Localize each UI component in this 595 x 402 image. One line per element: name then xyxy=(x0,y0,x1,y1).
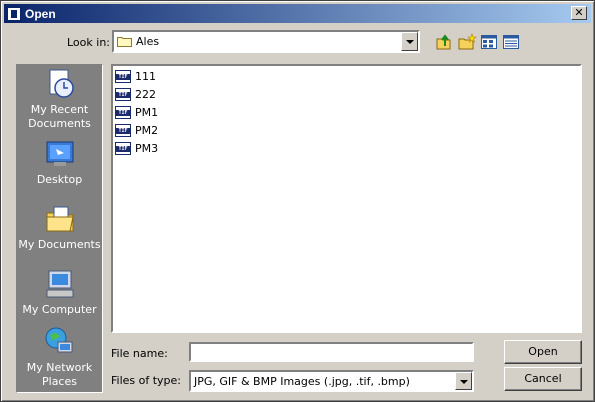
desktop-icon xyxy=(46,141,73,166)
open-button[interactable]: Open xyxy=(504,340,582,364)
place-my-network-places[interactable]: My Network Places xyxy=(17,326,102,389)
file-name-input[interactable] xyxy=(189,342,474,362)
file-name: 222 xyxy=(135,87,156,101)
look-in-label: Look in: xyxy=(67,36,110,49)
place-my-recent-documents[interactable]: My Recent Documents xyxy=(17,68,102,131)
look-in-value: Ales xyxy=(136,35,160,48)
file-name: PM2 xyxy=(135,123,159,137)
up-one-level-icon[interactable] xyxy=(434,32,454,52)
tif-file-icon: TIF xyxy=(115,69,131,83)
folder-icon xyxy=(117,37,132,47)
file-name: 111 xyxy=(135,69,156,83)
place-label: Desktop xyxy=(36,173,83,186)
place-my-computer[interactable]: My Computer xyxy=(17,268,102,317)
place-my-documents[interactable]: My Documents xyxy=(17,203,102,252)
dialog-title: Open xyxy=(25,6,56,21)
places-bar: My Recent Documents Desktop My Documents xyxy=(16,64,103,393)
tif-file-icon: TIF xyxy=(115,87,131,101)
file-name: PM1 xyxy=(135,105,159,119)
tif-file-icon: TIF xyxy=(115,123,131,137)
tif-file-icon: TIF xyxy=(115,105,131,119)
place-desktop[interactable]: Desktop xyxy=(17,138,102,187)
place-label: My Documents xyxy=(18,238,101,251)
look-in-dropdown[interactable]: Ales xyxy=(112,30,420,53)
app-icon xyxy=(7,6,21,21)
tif-file-icon: TIF xyxy=(115,141,131,155)
cancel-button[interactable]: Cancel xyxy=(504,367,582,391)
new-folder-icon[interactable] xyxy=(457,32,477,52)
list-item[interactable]: TIF 111 xyxy=(115,68,156,84)
file-type-label: Files of type: xyxy=(111,374,182,387)
file-type-dropdown[interactable]: JPG, GIF & BMP Images (.jpg, .tif, .bmp) xyxy=(189,370,474,392)
place-label: My Network Places xyxy=(26,361,93,388)
my-computer-icon xyxy=(46,270,73,298)
title-bar[interactable]: Open ✕ xyxy=(4,4,591,23)
place-label: My Recent Documents xyxy=(28,103,91,130)
file-name: PM3 xyxy=(135,141,159,155)
list-item[interactable]: TIF PM2 xyxy=(115,122,158,138)
file-list[interactable]: TIF 111 TIF 222 TIF PM1 TIF PM2 TIF PM3 xyxy=(111,64,582,333)
chevron-down-icon[interactable] xyxy=(455,372,472,390)
list-item[interactable]: TIF 222 xyxy=(115,86,156,102)
recent-documents-icon xyxy=(49,69,74,98)
list-view-icon[interactable] xyxy=(479,32,499,52)
list-item[interactable]: TIF PM1 xyxy=(115,104,158,120)
list-item[interactable]: TIF PM3 xyxy=(115,140,158,156)
close-button[interactable]: ✕ xyxy=(571,6,587,20)
details-view-icon[interactable] xyxy=(501,32,521,52)
my-documents-icon xyxy=(46,206,74,232)
network-places-icon xyxy=(45,327,72,353)
file-name-label: File name: xyxy=(111,347,168,360)
open-dialog: Open ✕ Look in: Ales My Recent Documents… xyxy=(0,0,595,402)
place-label: My Computer xyxy=(22,303,97,316)
chevron-down-icon[interactable] xyxy=(401,32,418,51)
file-type-value: JPG, GIF & BMP Images (.jpg, .tif, .bmp) xyxy=(194,375,410,388)
